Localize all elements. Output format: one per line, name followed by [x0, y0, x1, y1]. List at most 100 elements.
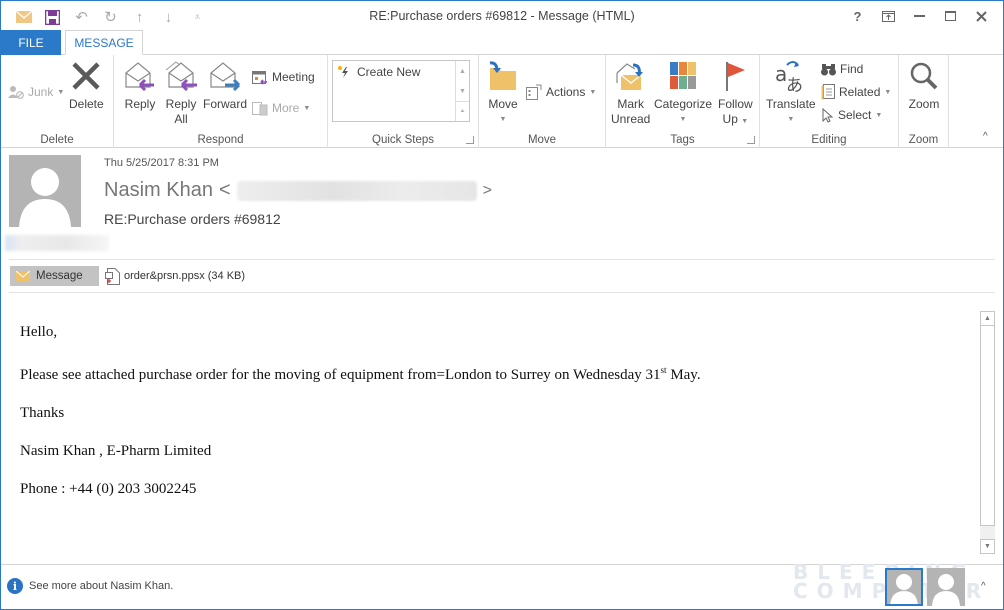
more-respond-button[interactable]: More ▼: [252, 98, 310, 118]
tags-dialog-launcher[interactable]: [747, 136, 755, 144]
sender-name[interactable]: Nasim Khan: [104, 179, 213, 202]
delete-x-icon: [69, 59, 103, 93]
info-icon: i: [7, 578, 23, 594]
group-quick-steps: Create New ▲ ▼ ⩡ Quick Steps: [328, 55, 479, 148]
collapse-ribbon-icon[interactable]: ^: [983, 131, 988, 142]
group-label-delete: Delete: [40, 134, 74, 146]
tab-message[interactable]: MESSAGE: [65, 30, 143, 55]
outlook-message-window: ↶ ↻ ↑ ↓ ⩡ RE:Purchase orders #69812 - Me…: [0, 0, 1004, 610]
group-label-quick-steps: Quick Steps: [372, 134, 434, 146]
divider: [9, 292, 995, 293]
maximize-button[interactable]: [935, 5, 966, 27]
body-paragraph: Please see attached purchase order for t…: [20, 365, 701, 383]
group-zoom: Zoom Zoom: [899, 55, 949, 148]
people-pane-info[interactable]: i See more about Nasim Khan.: [7, 578, 173, 594]
divider: [9, 259, 995, 260]
find-button[interactable]: Find: [821, 59, 863, 79]
close-button[interactable]: [966, 5, 997, 27]
move-button[interactable]: Move ▼: [486, 59, 520, 127]
scroll-track[interactable]: [980, 526, 995, 539]
junk-button[interactable]: Junk ▼: [8, 82, 64, 102]
scroll-up-icon[interactable]: ▲: [456, 61, 469, 81]
more-icon: [252, 101, 268, 115]
body-thanks: Thanks: [20, 405, 65, 421]
related-button[interactable]: Related ▼: [821, 82, 891, 102]
title-bar: ↶ ↻ ↑ ↓ ⩡ RE:Purchase orders #69812 - Me…: [1, 1, 1003, 31]
actions-icon: [526, 84, 542, 100]
ribbon-display-options-button[interactable]: [873, 5, 904, 27]
minimize-button[interactable]: [904, 5, 935, 27]
mark-unread-button[interactable]: Mark Unread: [611, 59, 650, 127]
ribbon-tabs: FILE MESSAGE: [1, 30, 1003, 55]
categorize-button[interactable]: Categorize ▼: [654, 59, 712, 127]
categorize-icon: [666, 59, 700, 93]
group-label-move: Move: [527, 134, 557, 146]
attachment-file[interactable]: order&prsn.ppsx (34 KB): [105, 266, 245, 286]
recipient-redacted: [5, 235, 109, 251]
powerpoint-file-icon: [105, 267, 120, 285]
sender-avatar: [9, 155, 81, 227]
message-subject: RE:Purchase orders #69812: [104, 211, 281, 227]
message-body: Hello, Please see attached purchase orde…: [20, 323, 960, 518]
delete-button[interactable]: Delete: [69, 59, 104, 112]
quick-steps-scrollbar[interactable]: ▲ ▼ ⩡: [455, 61, 469, 121]
reply-all-icon: [164, 59, 198, 93]
person-avatar[interactable]: [885, 568, 923, 606]
forward-icon: [208, 59, 242, 93]
group-delete: Junk ▼ Delete Delete: [1, 55, 114, 148]
sender-email-redacted: [236, 180, 477, 201]
body-signature: Nasim Khan , E-Pharm Limited: [20, 443, 212, 459]
expand-people-pane-icon[interactable]: ^: [981, 581, 986, 592]
body-phone: Phone : +44 (0) 203 3002245: [20, 481, 197, 497]
people-pane-avatars: [885, 568, 965, 606]
svg-text:あ: あ: [786, 76, 803, 93]
group-respond: Reply Reply All Forward Meeting More ▼ R…: [114, 55, 328, 148]
actions-button[interactable]: Actions ▼: [526, 82, 596, 102]
attachment-message-tab[interactable]: Message: [10, 266, 99, 286]
expand-gallery-icon[interactable]: ⩡: [456, 101, 469, 121]
forward-button[interactable]: Forward: [203, 59, 247, 112]
meeting-button[interactable]: Meeting: [252, 67, 315, 87]
junk-icon: [8, 86, 24, 99]
tab-file[interactable]: FILE: [1, 30, 61, 55]
magnifier-icon: [907, 59, 941, 93]
zoom-button[interactable]: Zoom: [907, 59, 941, 112]
reply-button[interactable]: Reply: [123, 59, 157, 112]
group-label-zoom: Zoom: [908, 134, 939, 146]
mark-unread-icon: [614, 59, 648, 93]
binoculars-icon: [821, 63, 836, 75]
reply-icon: [123, 59, 157, 93]
quick-steps-gallery: Create New ▲ ▼ ⩡: [332, 60, 470, 122]
group-tags: Mark Unread Categorize ▼ Follow Up ▼ Tag…: [606, 55, 760, 148]
lightning-icon: [338, 66, 348, 78]
scroll-down-icon[interactable]: ▼: [456, 81, 469, 101]
select-button[interactable]: Select ▼: [821, 105, 882, 125]
sender[interactable]: Nasim Khan < >: [104, 179, 492, 202]
see-more-link[interactable]: See more about Nasim Khan.: [29, 580, 173, 592]
help-button[interactable]: ?: [842, 5, 873, 27]
follow-up-button[interactable]: Follow Up ▼: [718, 59, 753, 129]
group-label-editing: Editing: [811, 134, 847, 146]
quick-steps-dialog-launcher[interactable]: [466, 136, 474, 144]
scroll-up-arrow-icon[interactable]: ▲: [980, 311, 995, 326]
translate-icon: aあ: [774, 59, 808, 93]
quick-step-create-new[interactable]: Create New: [337, 65, 420, 79]
group-editing: aあ Translate ▼ Find Related ▼ Select ▼ E…: [760, 55, 899, 148]
move-folder-icon: [486, 59, 520, 93]
reply-all-button[interactable]: Reply All: [164, 59, 198, 127]
envelope-icon: [16, 271, 30, 281]
scroll-down-arrow-icon[interactable]: ▼: [980, 539, 995, 554]
body-scrollbar[interactable]: ▲ ▼: [980, 311, 995, 554]
scroll-thumb[interactable]: [980, 326, 995, 526]
group-label-respond: Respond: [197, 134, 244, 146]
group-move: Move ▼ Actions ▼ Move: [479, 55, 606, 148]
ribbon: Junk ▼ Delete Delete Reply Reply All For…: [1, 55, 1003, 148]
body-greeting: Hello,: [20, 324, 58, 340]
translate-button[interactable]: aあ Translate ▼: [766, 59, 816, 127]
message-date: Thu 5/25/2017 8:31 PM: [104, 157, 219, 169]
flag-icon: [718, 59, 752, 93]
cursor-icon: [822, 107, 834, 123]
group-label-tags: Tags: [670, 134, 695, 146]
meeting-icon: [252, 70, 267, 85]
person-avatar[interactable]: [927, 568, 965, 606]
